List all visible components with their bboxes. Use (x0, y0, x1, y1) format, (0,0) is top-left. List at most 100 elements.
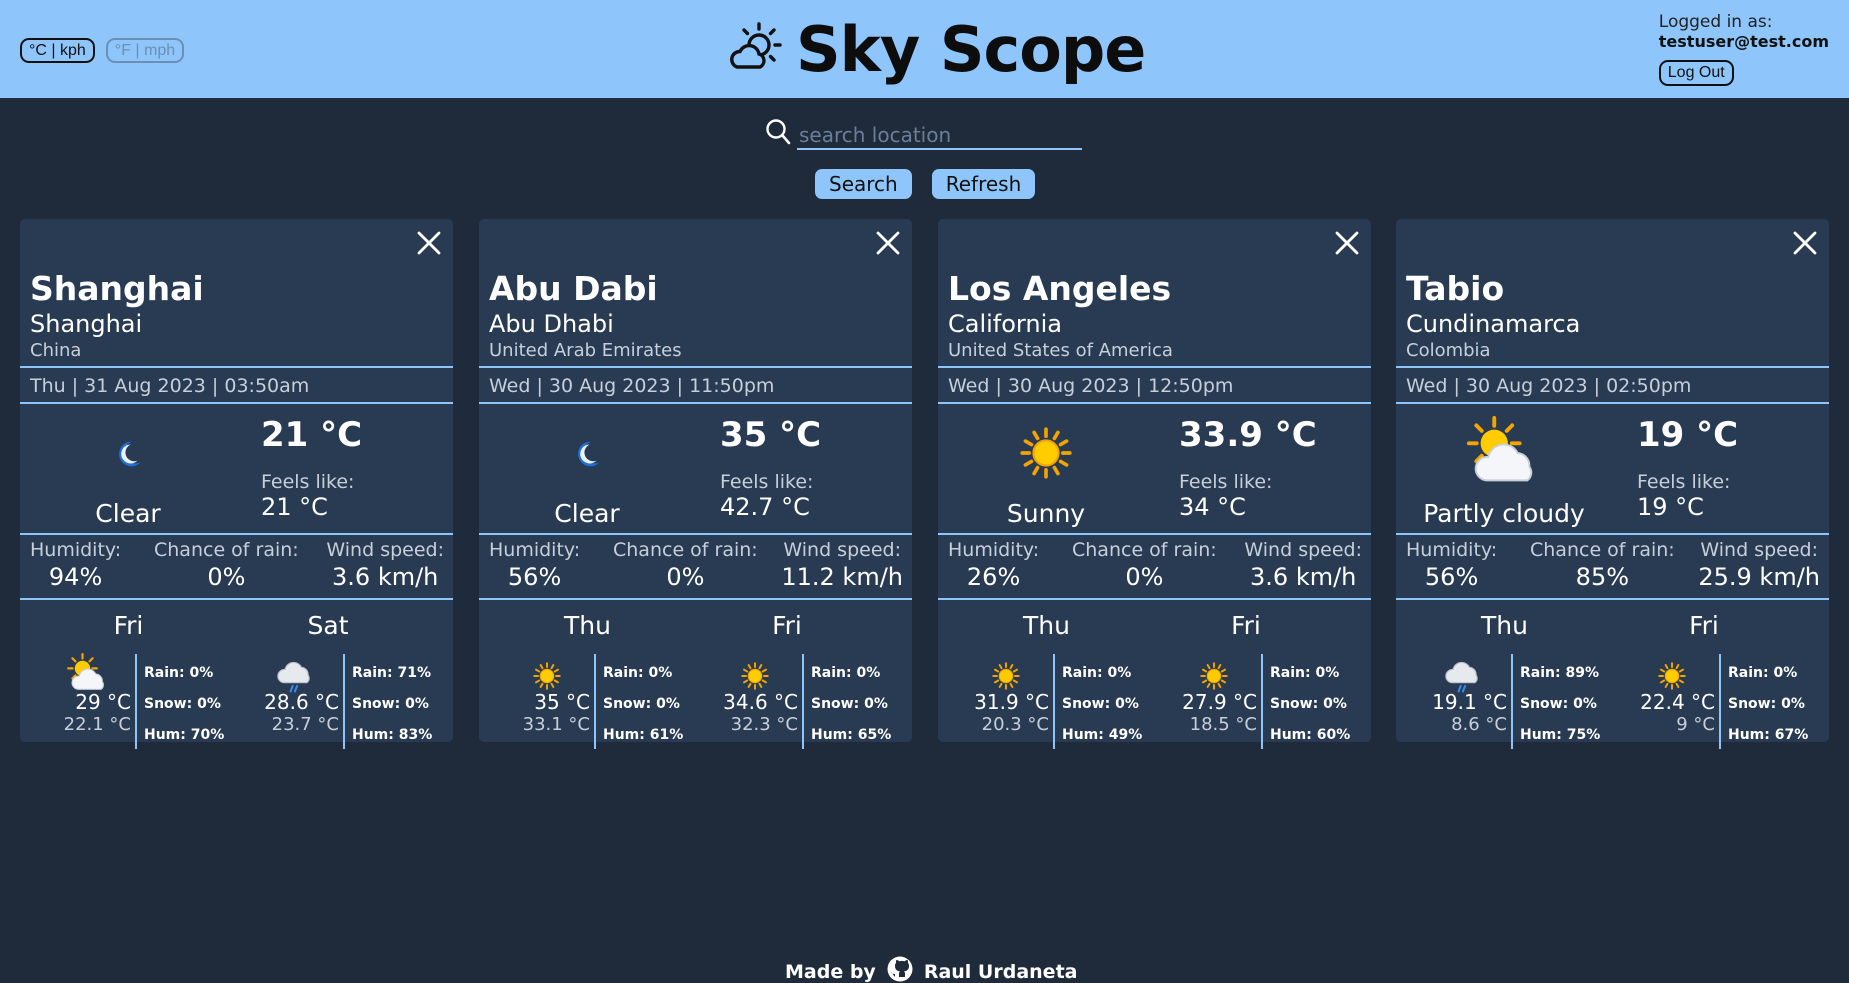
close-icon[interactable] (1789, 227, 1821, 259)
logged-in-label: Logged in as: (1658, 12, 1773, 32)
imperial-units-button[interactable]: °F | mph (105, 38, 185, 63)
location: Los Angeles California United States of … (948, 269, 1173, 363)
forecast-day: Sat 28.6 °C 23.7 °C Rain: 71% Snow: 0% H… (228, 611, 444, 749)
forecast-divider (594, 654, 596, 749)
rain-chance-stat: Chance of rain: 0% (154, 539, 299, 591)
forecast-day: Fri 22.4 °C 9 °C Rain: 0% Snow: 0% Hum: … (1604, 611, 1820, 749)
forecast-day-label: Fri (1231, 611, 1261, 640)
sun-icon (938, 425, 1154, 481)
rain-chance-value: 85% (1575, 563, 1630, 591)
humidity-stat: Humidity: 56% (1406, 539, 1497, 591)
rain-chance-value: 0% (666, 563, 705, 591)
temperature: 19 °C Feels like: 19 °C (1637, 415, 1738, 521)
forecast-divider (343, 654, 345, 749)
close-icon[interactable] (1331, 227, 1363, 259)
forecast-rain: Rain: 89% (1520, 665, 1599, 681)
user-email: testuser@test.com (1658, 32, 1829, 51)
feels-like-label: Feels like: (1637, 471, 1731, 493)
temperature: 35 °C Feels like: 42.7 °C (720, 415, 821, 521)
forecast-humidity: Hum: 67% (1728, 727, 1809, 743)
humidity-label: Humidity: (1406, 539, 1498, 561)
forecast-rain: Rain: 0% (811, 665, 881, 681)
forecast-divider (802, 654, 804, 749)
location: Shanghai Shanghai China (30, 269, 204, 363)
feels-like-value: 34 °C (1179, 493, 1246, 521)
forecast-details: Rain: 0% Snow: 0% Hum: 61% (603, 658, 683, 751)
forecast-low: 23.7 °C (271, 714, 339, 735)
search-input[interactable] (797, 121, 1082, 150)
wind-label: Wind speed: (1700, 539, 1818, 561)
region-name: California (948, 310, 1062, 338)
region-name: Abu Dhabi (489, 310, 614, 338)
divider (20, 366, 453, 368)
rain-chance-label: Chance of rain: (613, 539, 758, 561)
divider (479, 533, 912, 535)
city-name: Los Angeles (948, 269, 1172, 308)
metric-units-button[interactable]: °C | kph (20, 38, 95, 63)
humidity-value: 26% (966, 563, 1021, 591)
divider (1396, 533, 1829, 535)
divider (479, 366, 912, 368)
weather-card: Shanghai Shanghai China Thu | 31 Aug 202… (20, 219, 453, 749)
forecast-rain: Rain: 0% (144, 665, 214, 681)
rain-chance-stat: Chance of rain: 85% (1530, 539, 1675, 591)
local-datetime: Wed | 30 Aug 2023 | 12:50pm (948, 375, 1234, 397)
current-stats: Humidity: 56% Chance of rain: 0% Wind sp… (479, 539, 912, 597)
rain-chance-label: Chance of rain: (1072, 539, 1217, 561)
search-actions: Search Refresh (815, 169, 1036, 199)
forecast-snow: Snow: 0% (352, 696, 429, 712)
wind-stat: Wind speed: 3.6 km/h (326, 539, 444, 591)
country-name: United Arab Emirates (489, 340, 682, 361)
location: Tabio Cundinamarca Colombia (1406, 269, 1580, 363)
feels-like-label: Feels like: (261, 471, 355, 493)
forecast-high: 31.9 °C (974, 690, 1049, 714)
divider (938, 533, 1371, 535)
close-icon[interactable] (413, 227, 445, 259)
rain-chance-value: 0% (207, 563, 246, 591)
wind-label: Wind speed: (326, 539, 444, 561)
divider (20, 533, 453, 535)
wind-value: 25.9 km/h (1698, 563, 1820, 591)
wind-stat: Wind speed: 3.6 km/h (1244, 539, 1362, 591)
rain-chance-stat: Chance of rain: 0% (613, 539, 758, 591)
humidity-label: Humidity: (30, 539, 122, 561)
forecast-humidity: Hum: 65% (811, 727, 892, 743)
sun-icon (976, 661, 1036, 691)
forecast-day-label: Fri (772, 611, 802, 640)
wind-label: Wind speed: (1244, 539, 1362, 561)
close-icon[interactable] (872, 227, 904, 259)
forecast-details: Rain: 71% Snow: 0% Hum: 83% (352, 658, 432, 751)
forecast-humidity: Hum: 75% (1520, 727, 1601, 743)
humidity-stat: Humidity: 26% (948, 539, 1039, 591)
sun-icon (1642, 661, 1702, 691)
forecast-snow: Snow: 0% (603, 696, 680, 712)
forecast-snow: Snow: 0% (144, 696, 221, 712)
feels-like-label: Feels like: (1179, 471, 1273, 493)
local-datetime: Wed | 30 Aug 2023 | 11:50pm (489, 375, 775, 397)
rain-chance-stat: Chance of rain: 0% (1072, 539, 1217, 591)
github-icon[interactable] (886, 955, 914, 983)
refresh-button[interactable]: Refresh (931, 169, 1036, 199)
user-panel: Logged in as: testuser@test.com Log Out (1658, 12, 1829, 86)
forecast-low: 9 °C (1676, 714, 1715, 735)
sun-icon (725, 661, 785, 691)
condition-text: Clear (95, 499, 161, 528)
made-by-label: Made by (785, 960, 876, 983)
forecast-day-label: Thu (564, 611, 611, 640)
app-title: Sky Scope (796, 13, 1146, 86)
country-name: Colombia (1406, 340, 1491, 361)
humidity-value: 56% (1424, 563, 1479, 591)
forecast-day: Fri 34.6 °C 32.3 °C Rain: 0% Snow: 0% Hu… (687, 611, 903, 749)
weather-card: Abu Dabi Abu Dhabi United Arab Emirates … (479, 219, 912, 749)
rain-chance-value: 0% (1125, 563, 1164, 591)
search-button[interactable]: Search (815, 169, 912, 199)
current-temp: 21 °C (261, 415, 363, 455)
rain-chance-label: Chance of rain: (1530, 539, 1675, 561)
feels-like-value: 42.7 °C (720, 493, 810, 521)
local-datetime: Thu | 31 Aug 2023 | 03:50am (30, 375, 310, 397)
wind-stat: Wind speed: 25.9 km/h (1698, 539, 1820, 591)
logout-button[interactable]: Log Out (1658, 60, 1734, 86)
forecast-day: Fri 29 °C 22.1 °C Rain: 0% Snow: 0% Hum:… (20, 611, 236, 749)
wind-value: 3.6 km/h (332, 563, 439, 591)
humidity-stat: Humidity: 94% (30, 539, 121, 591)
